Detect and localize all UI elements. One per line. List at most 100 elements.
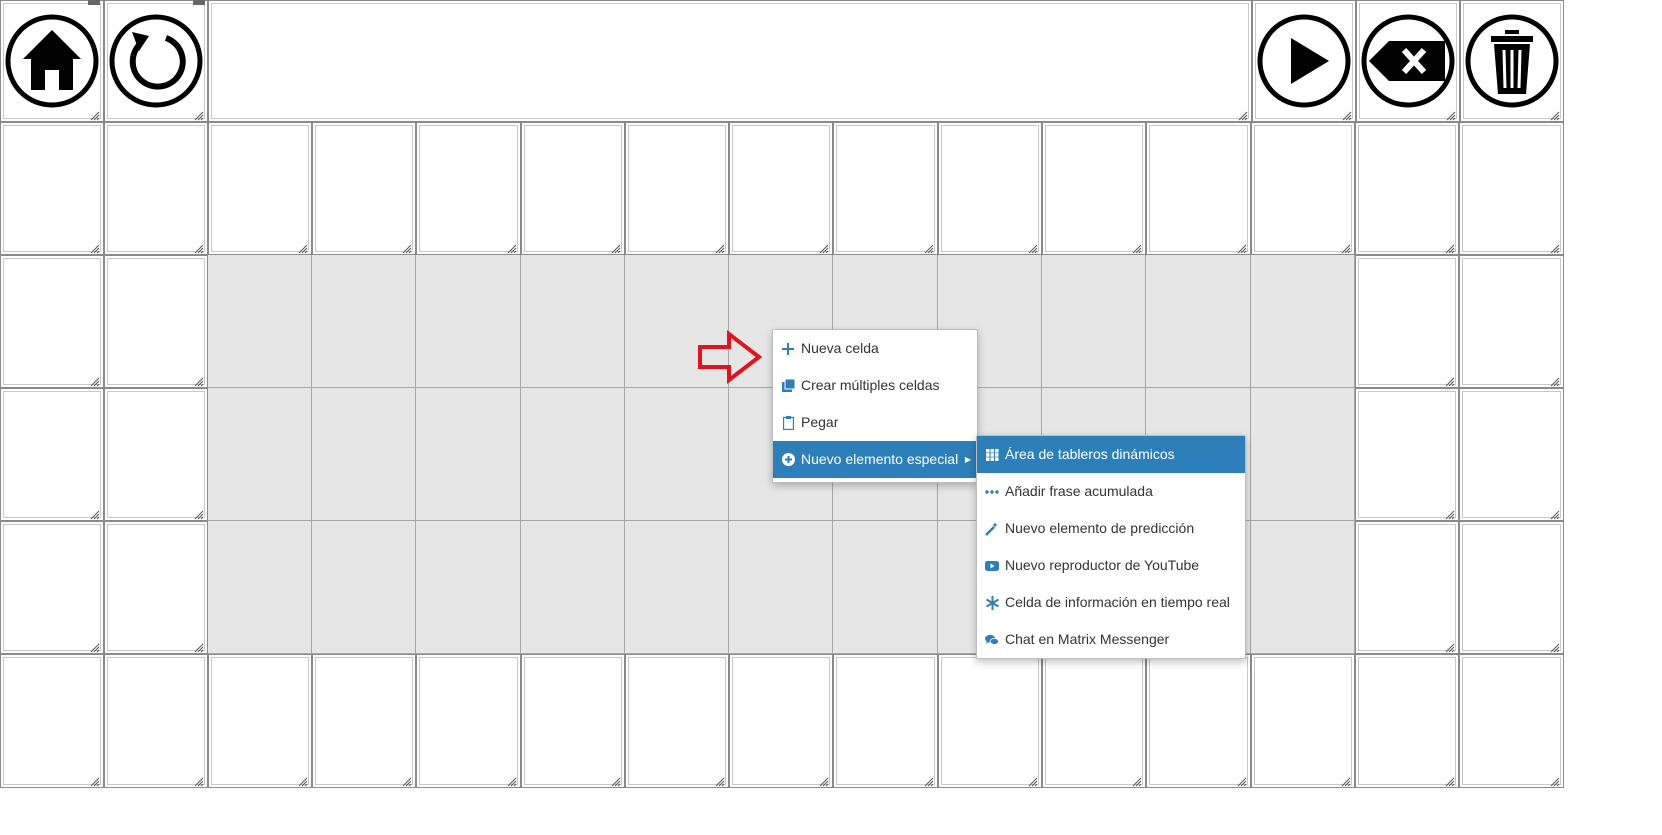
empty-grid-slot[interactable] (1042, 255, 1146, 388)
sentence-bar[interactable] (208, 0, 1252, 122)
grid-cell[interactable] (833, 122, 938, 255)
submenu-item-youtube[interactable]: Nuevo reproductor de YouTube (977, 547, 1245, 584)
empty-grid-slot[interactable] (625, 521, 729, 654)
resize-handle-icon[interactable] (90, 507, 100, 520)
menu-item-nueva-celda[interactable]: Nueva celda (773, 330, 977, 367)
resize-handle-icon[interactable] (1342, 108, 1352, 121)
undo-cell[interactable] (104, 0, 208, 122)
grid-cell[interactable] (1459, 255, 1564, 388)
grid-cell[interactable] (1355, 388, 1459, 521)
grid-cell[interactable] (625, 654, 729, 788)
grid-cell[interactable] (1042, 122, 1146, 255)
grid-cell[interactable] (1251, 654, 1355, 788)
submenu-item-info-tiempo-real[interactable]: Celda de información en tiempo real (977, 584, 1245, 621)
resize-handle-icon[interactable] (819, 241, 829, 254)
grid-cell[interactable] (208, 654, 312, 788)
submenu-item-matrix-chat[interactable]: Chat en Matrix Messenger (977, 621, 1245, 658)
resize-handle-icon[interactable] (90, 374, 100, 387)
grid-cell[interactable] (1042, 654, 1146, 788)
resize-handle-icon[interactable] (194, 774, 204, 787)
empty-grid-slot[interactable] (312, 255, 416, 388)
resize-handle-icon[interactable] (402, 241, 412, 254)
empty-grid-slot[interactable] (1251, 388, 1355, 521)
resize-handle-icon[interactable] (715, 241, 725, 254)
resize-handle-icon[interactable] (924, 241, 934, 254)
grid-cell[interactable] (833, 654, 938, 788)
resize-handle-icon[interactable] (1132, 774, 1142, 787)
resize-handle-icon[interactable] (1341, 241, 1351, 254)
resize-handle-icon[interactable] (194, 374, 204, 387)
grid-cell[interactable] (521, 122, 625, 255)
grid-cell[interactable] (208, 122, 312, 255)
menu-item-crear-multiples[interactable]: Crear múltiples celdas (773, 367, 977, 404)
grid-cell[interactable] (104, 388, 208, 521)
submenu-item-area-tableros[interactable]: Área de tableros dinámicos (977, 436, 1245, 473)
grid-cell[interactable] (0, 122, 104, 255)
grid-cell[interactable] (312, 122, 416, 255)
empty-grid-slot[interactable] (833, 521, 938, 654)
resize-handle-icon[interactable] (611, 774, 621, 787)
grid-cell[interactable] (1251, 122, 1355, 255)
grid-cell[interactable] (1355, 521, 1459, 654)
resize-handle-icon[interactable] (1445, 374, 1455, 387)
menu-item-nuevo-elemento-especial[interactable]: Nuevo elemento especial ▶ (773, 441, 977, 478)
grid-cell[interactable] (104, 122, 208, 255)
resize-handle-icon[interactable] (298, 241, 308, 254)
resize-handle-icon[interactable] (1446, 108, 1456, 121)
resize-handle-icon[interactable] (507, 774, 517, 787)
grid-cell[interactable] (1146, 654, 1251, 788)
grid-cell[interactable] (104, 654, 208, 788)
empty-grid-slot[interactable] (521, 255, 625, 388)
grid-cell[interactable] (416, 654, 521, 788)
resize-handle-icon[interactable] (1132, 241, 1142, 254)
empty-grid-slot[interactable] (1251, 255, 1355, 388)
empty-grid-slot[interactable] (521, 388, 625, 521)
grid-cell[interactable] (1459, 122, 1564, 255)
empty-grid-slot[interactable] (208, 255, 312, 388)
grid-cell[interactable] (312, 654, 416, 788)
empty-grid-slot[interactable] (208, 521, 312, 654)
empty-grid-slot[interactable] (416, 255, 521, 388)
resize-handle-icon[interactable] (1550, 774, 1560, 787)
resize-handle-icon[interactable] (611, 241, 621, 254)
resize-handle-icon[interactable] (1445, 640, 1455, 653)
resize-handle-icon[interactable] (1550, 374, 1560, 387)
resize-handle-icon[interactable] (194, 507, 204, 520)
resize-handle-icon[interactable] (924, 774, 934, 787)
grid-cell[interactable] (0, 521, 104, 654)
submenu-item-prediccion[interactable]: Nuevo elemento de predicción (977, 510, 1245, 547)
resize-handle-icon[interactable] (1550, 507, 1560, 520)
grid-cell[interactable] (1355, 654, 1459, 788)
grid-cell[interactable] (1459, 654, 1564, 788)
grid-cell[interactable] (729, 122, 833, 255)
resize-handle-icon[interactable] (715, 774, 725, 787)
empty-grid-slot[interactable] (521, 521, 625, 654)
grid-cell[interactable] (1459, 521, 1564, 654)
resize-handle-icon[interactable] (1341, 774, 1351, 787)
play-cell[interactable] (1252, 0, 1356, 122)
empty-grid-slot[interactable] (312, 388, 416, 521)
backspace-cell[interactable] (1356, 0, 1460, 122)
grid-cell[interactable] (1355, 122, 1459, 255)
resize-handle-icon[interactable] (90, 640, 100, 653)
resize-handle-icon[interactable] (1445, 241, 1455, 254)
resize-handle-icon[interactable] (1550, 241, 1560, 254)
grid-cell[interactable] (729, 654, 833, 788)
resize-handle-icon[interactable] (194, 241, 204, 254)
grid-cell[interactable] (0, 654, 104, 788)
empty-grid-slot[interactable] (729, 521, 833, 654)
grid-cell[interactable] (625, 122, 729, 255)
grid-cell[interactable] (104, 521, 208, 654)
resize-handle-icon[interactable] (402, 774, 412, 787)
submenu-item-frase-acumulada[interactable]: Añadir frase acumulada (977, 473, 1245, 510)
grid-cell[interactable] (104, 255, 208, 388)
empty-grid-slot[interactable] (416, 388, 521, 521)
grid-cell[interactable] (0, 388, 104, 521)
trash-cell[interactable] (1460, 0, 1564, 122)
grid-cell[interactable] (1146, 122, 1251, 255)
empty-grid-slot[interactable] (625, 388, 729, 521)
resize-handle-icon[interactable] (1237, 241, 1247, 254)
resize-handle-icon[interactable] (507, 241, 517, 254)
empty-grid-slot[interactable] (1146, 255, 1251, 388)
resize-handle-icon[interactable] (298, 774, 308, 787)
